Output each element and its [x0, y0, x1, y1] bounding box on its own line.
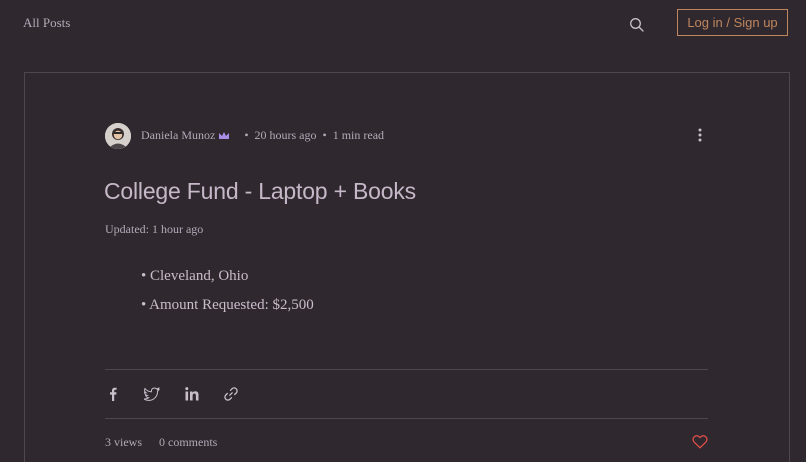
link-icon[interactable]: [223, 386, 239, 402]
twitter-icon[interactable]: [144, 386, 160, 402]
divider: [105, 418, 708, 419]
comments-count[interactable]: 0 comments: [159, 435, 217, 450]
login-signup-button[interactable]: Log in / Sign up: [677, 9, 788, 36]
updated-timestamp: Updated: 1 hour ago: [105, 222, 204, 236]
crown-icon: [218, 131, 230, 141]
post-body-list: • Cleveland, Ohio • Amount Requested: $2…: [141, 265, 314, 323]
posted-time: 20 hours ago: [254, 128, 317, 142]
list-item: • Amount Requested: $2,500: [141, 297, 314, 313]
post-title: College Fund - Laptop + Books: [104, 178, 416, 204]
divider: [105, 369, 708, 370]
blog-post-page: All Posts Log in / Sign up Daniela Munoz…: [0, 0, 806, 462]
views-count: 3 views: [105, 435, 142, 449]
all-posts-link[interactable]: All Posts: [23, 15, 70, 31]
separator-dot: •: [322, 128, 327, 142]
list-item: • Cleveland, Ohio: [141, 268, 249, 284]
search-icon[interactable]: [629, 17, 645, 33]
post-stats: 3 views 0 comments: [105, 435, 234, 450]
more-actions-icon[interactable]: [694, 127, 706, 143]
separator-dot: •: [244, 128, 249, 142]
facebook-icon[interactable]: [105, 386, 121, 402]
read-time: 1 min read: [332, 128, 385, 142]
heart-icon[interactable]: [692, 434, 708, 449]
author-name[interactable]: Daniela Munoz: [141, 128, 215, 143]
linkedin-icon[interactable]: [184, 386, 200, 402]
avatar[interactable]: [105, 122, 131, 149]
post-meta: Daniela Munoz • 20 hours ago • 1 min rea…: [105, 122, 384, 149]
